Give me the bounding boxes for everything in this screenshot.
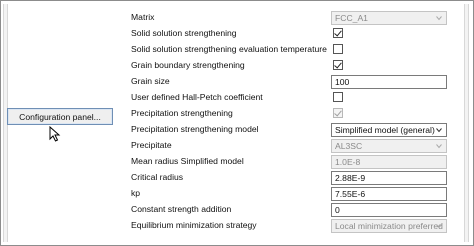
precipitation-model-select-value: Simplified model (general) — [335, 125, 435, 135]
configuration-panel-button[interactable]: Configuration panel... — [7, 108, 113, 125]
chevron-down-icon — [436, 224, 442, 229]
kp-input[interactable]: 7.55E-6 — [331, 187, 447, 201]
grain-size-input[interactable]: 100 — [331, 75, 447, 89]
minimization-strategy-label: Equilibrium minimization strategy — [131, 220, 257, 230]
critical-radius-input[interactable]: 2.88E-9 — [331, 171, 447, 185]
matrix-select-value: FCC_A1 — [335, 13, 368, 23]
precipitation-model-label: Precipitation strengthening model — [131, 124, 259, 134]
solid-solution-strengthening-label: Solid solution strengthening — [131, 28, 237, 38]
grain-size-label: Grain size — [131, 76, 170, 86]
solid-solution-eval-temp-checkbox[interactable] — [333, 44, 343, 54]
precipitate-select-value: AL3SC — [335, 141, 363, 151]
constant-strength-label: Constant strength addition — [131, 204, 232, 214]
precipitation-strengthening-label: Precipitation strengthening — [131, 108, 233, 118]
grain-boundary-strengthening-label: Grain boundary strengthening — [131, 60, 245, 70]
hall-petch-label: User defined Hall-Petch coefficient — [131, 92, 263, 102]
right-scroll-gutter — [464, 4, 469, 242]
chevron-down-icon — [436, 16, 442, 21]
precipitation-strengthening-checkbox — [333, 108, 343, 118]
mean-radius-input: 1.0E-8 — [331, 155, 447, 169]
precipitate-label: Precipitate — [131, 140, 172, 150]
kp-label: kp — [131, 188, 141, 198]
mouse-pointer-icon — [49, 126, 61, 142]
precipitate-select: AL3SC — [331, 139, 447, 153]
configuration-panel-button-label: Configuration panel... — [19, 111, 101, 122]
matrix-select: FCC_A1 — [331, 11, 447, 25]
mean-radius-label: Mean radius Simplified model — [131, 156, 244, 166]
grain-boundary-strengthening-checkbox[interactable] — [333, 60, 343, 70]
constant-strength-input[interactable]: 0 — [331, 203, 447, 217]
solid-solution-eval-temp-label: Solid solution strengthening evaluation … — [131, 44, 327, 54]
chevron-down-icon — [436, 128, 442, 133]
matrix-label: Matrix — [131, 12, 155, 22]
precipitation-model-select[interactable]: Simplified model (general) — [331, 123, 447, 137]
chevron-down-icon — [436, 144, 442, 149]
minimization-strategy-select-value: Local minimization preferred — [335, 221, 443, 231]
minimization-strategy-select: Local minimization preferred — [331, 219, 447, 233]
solid-solution-strengthening-checkbox[interactable] — [333, 28, 343, 38]
hall-petch-checkbox[interactable] — [333, 92, 343, 102]
critical-radius-label: Critical radius — [131, 172, 184, 182]
properties-panel: Configuration panel... Matrix FCC_A1 Sol… — [0, 0, 474, 246]
